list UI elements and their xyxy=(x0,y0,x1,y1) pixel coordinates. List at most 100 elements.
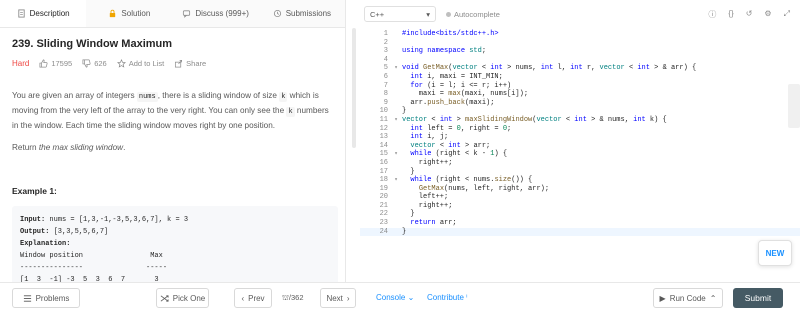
code-line[interactable]: 11 ▾ vector < int > maxSlidingWindow(vecto… xyxy=(360,116,800,125)
fold-gutter xyxy=(390,210,402,219)
page-indicator[interactable]: ⛫/362 xyxy=(282,293,304,303)
tab-solution[interactable]: Solution xyxy=(86,0,172,27)
autocomplete-toggle[interactable]: Autocomplete xyxy=(446,10,500,19)
fold-gutter xyxy=(390,133,402,142)
fold-gutter xyxy=(390,90,402,99)
return-paragraph: Return the max sliding window. xyxy=(12,141,333,154)
share-button[interactable]: Share xyxy=(174,59,206,68)
code-line[interactable]: 3 using namespace std; xyxy=(360,47,800,56)
code-line[interactable]: 17 } xyxy=(360,168,800,177)
line-number: 20 xyxy=(379,193,388,202)
example-output-line: Output: [3,3,5,5,6,7] xyxy=(20,226,330,238)
code-text: } xyxy=(402,227,407,236)
chevron-left-icon: ‹ xyxy=(241,293,245,303)
fold-gutter xyxy=(390,185,402,194)
emphasis-text: the max sliding window xyxy=(38,143,124,152)
code-line[interactable]: 22 } xyxy=(360,210,800,219)
code-text: vector < int > arr; xyxy=(410,141,491,150)
submit-button[interactable]: Submit xyxy=(733,288,783,308)
run-code-button[interactable]: ▶ Run Code ⌃ xyxy=(653,288,723,308)
language-value: C++ xyxy=(370,9,385,19)
code-editor[interactable]: 1 #include<bits/stdc++.h> 2 3 using namespac… xyxy=(360,30,800,264)
code-line[interactable]: 8 maxi = max(maxi, nums[i]); xyxy=(360,90,800,99)
tab-submissions[interactable]: Submissions xyxy=(259,0,345,27)
line-number: 17 xyxy=(379,167,388,176)
code-line[interactable]: 24} xyxy=(360,227,800,237)
code-text: right++; xyxy=(402,158,453,167)
input-value: nums = [1,3,-1,-3,5,3,6,7], k = 3 xyxy=(45,216,189,224)
fold-gutter xyxy=(390,39,402,48)
example-input-line: Input: nums = [1,3,-1,-3,5,3,6,7], k = 3 xyxy=(20,214,330,226)
tab-label: Submissions xyxy=(285,9,332,18)
contribute-button[interactable]: Contribute ⁱ xyxy=(427,293,468,302)
fold-arrow-icon[interactable]: ▾ xyxy=(390,176,402,185)
fold-gutter xyxy=(390,56,402,65)
next-button[interactable]: Next › xyxy=(320,288,356,308)
like-button[interactable]: 17595 xyxy=(39,59,72,68)
prev-button[interactable]: ‹ Prev xyxy=(234,288,272,308)
dislikes-count: 626 xyxy=(94,59,107,68)
editor-toolbar: C++ ▾ Autocomplete ⓘ {} ↺ ⚙ ⤢ xyxy=(360,0,800,28)
info-icon[interactable]: ⓘ xyxy=(708,9,716,20)
code-line[interactable]: 18 ▾ while (right < nums.size()) { xyxy=(360,176,800,185)
code-line[interactable]: 15 ▾ while (right < k - 1) { xyxy=(360,150,800,159)
line-number: 1 xyxy=(383,30,388,38)
dislike-button[interactable]: 626 xyxy=(82,59,107,68)
code-line[interactable]: 14 vector < int > arr; xyxy=(360,142,800,151)
add-to-list-button[interactable]: Add to List xyxy=(116,59,164,68)
chevron-up-icon: ⌃ xyxy=(709,293,717,303)
code-line[interactable]: 13 int i, j; xyxy=(360,133,800,142)
code-line[interactable]: 7 for (i = l; i <= r; i++) xyxy=(360,82,800,91)
code-line[interactable]: 9 arr.push_back(maxi); xyxy=(360,99,800,108)
code-line[interactable]: 4 xyxy=(360,56,800,65)
fold-gutter xyxy=(390,219,402,228)
fullscreen-icon[interactable]: ⤢ xyxy=(784,9,790,20)
chat-icon xyxy=(183,10,191,18)
tab-label: Solution xyxy=(121,9,151,18)
problem-title: 239. Sliding Window Maximum xyxy=(12,38,173,50)
console-button[interactable]: Console ⌄ xyxy=(376,293,414,302)
reset-icon[interactable]: ↺ xyxy=(746,9,753,20)
fold-gutter xyxy=(390,30,402,39)
pane-scrollbar[interactable] xyxy=(352,28,356,148)
problems-button[interactable]: Problems xyxy=(12,288,80,308)
tab-label: Description xyxy=(29,9,70,18)
toggle-dot-icon xyxy=(446,11,451,17)
fold-arrow-icon[interactable]: ▾ xyxy=(390,150,402,159)
new-feature-button[interactable]: NEW xyxy=(758,240,792,266)
braces-icon[interactable]: {} xyxy=(728,9,733,20)
tab-discuss[interactable]: Discuss (999+) xyxy=(173,0,259,27)
problem-statement: You are given an array of integers nums,… xyxy=(12,89,333,154)
fold-gutter xyxy=(390,99,402,108)
code-text: int left = 0, right = 0; xyxy=(410,124,512,133)
code-line[interactable]: 21 right++; xyxy=(360,202,800,211)
code-line[interactable]: 12 int left = 0, right = 0; xyxy=(360,125,800,134)
fold-arrow-icon[interactable]: ▾ xyxy=(390,64,402,73)
code-line[interactable]: 5 ▾ void GetMax(vector < int > nums, int l… xyxy=(360,64,800,73)
code-text: int i, j; xyxy=(410,133,449,142)
code-line[interactable]: 20 left++; xyxy=(360,193,800,202)
code-line[interactable]: 16 right++; xyxy=(360,159,800,168)
console-label: Console xyxy=(376,293,406,302)
input-label: Input: xyxy=(20,216,46,224)
code-line[interactable]: 23 return arr; xyxy=(360,219,800,228)
language-select[interactable]: C++ ▾ xyxy=(364,6,436,22)
settings-icon[interactable]: ⚙ xyxy=(764,9,771,20)
example-header: Window position Max xyxy=(20,252,163,260)
problem-pane: Description Solution Discuss (999+) Subm… xyxy=(0,0,346,282)
pick-one-button[interactable]: Pick One xyxy=(156,288,209,308)
code-line[interactable]: 10} xyxy=(360,107,800,116)
editor-side-handle[interactable] xyxy=(788,84,800,128)
example-row: [1 3 -1] -3 5 3 6 7 3 xyxy=(20,276,159,282)
tab-description[interactable]: Description xyxy=(0,0,87,27)
code-line[interactable]: 1 #include<bits/stdc++.h> xyxy=(360,30,800,39)
fold-arrow-icon[interactable]: ▾ xyxy=(390,116,402,125)
tab-label: Discuss (999+) xyxy=(195,9,249,18)
text: You are given an array of integers xyxy=(12,91,137,100)
line-number: 7 xyxy=(383,81,388,90)
code-line[interactable]: 2 xyxy=(360,39,800,48)
code-line[interactable]: 6 int i, maxi = INT_MIN; xyxy=(360,73,800,82)
code-line[interactable]: 19 GetMax(nums, left, right, arr); xyxy=(360,185,800,194)
line-number: 16 xyxy=(379,158,388,167)
chevron-down-icon: ⌄ xyxy=(407,293,415,302)
